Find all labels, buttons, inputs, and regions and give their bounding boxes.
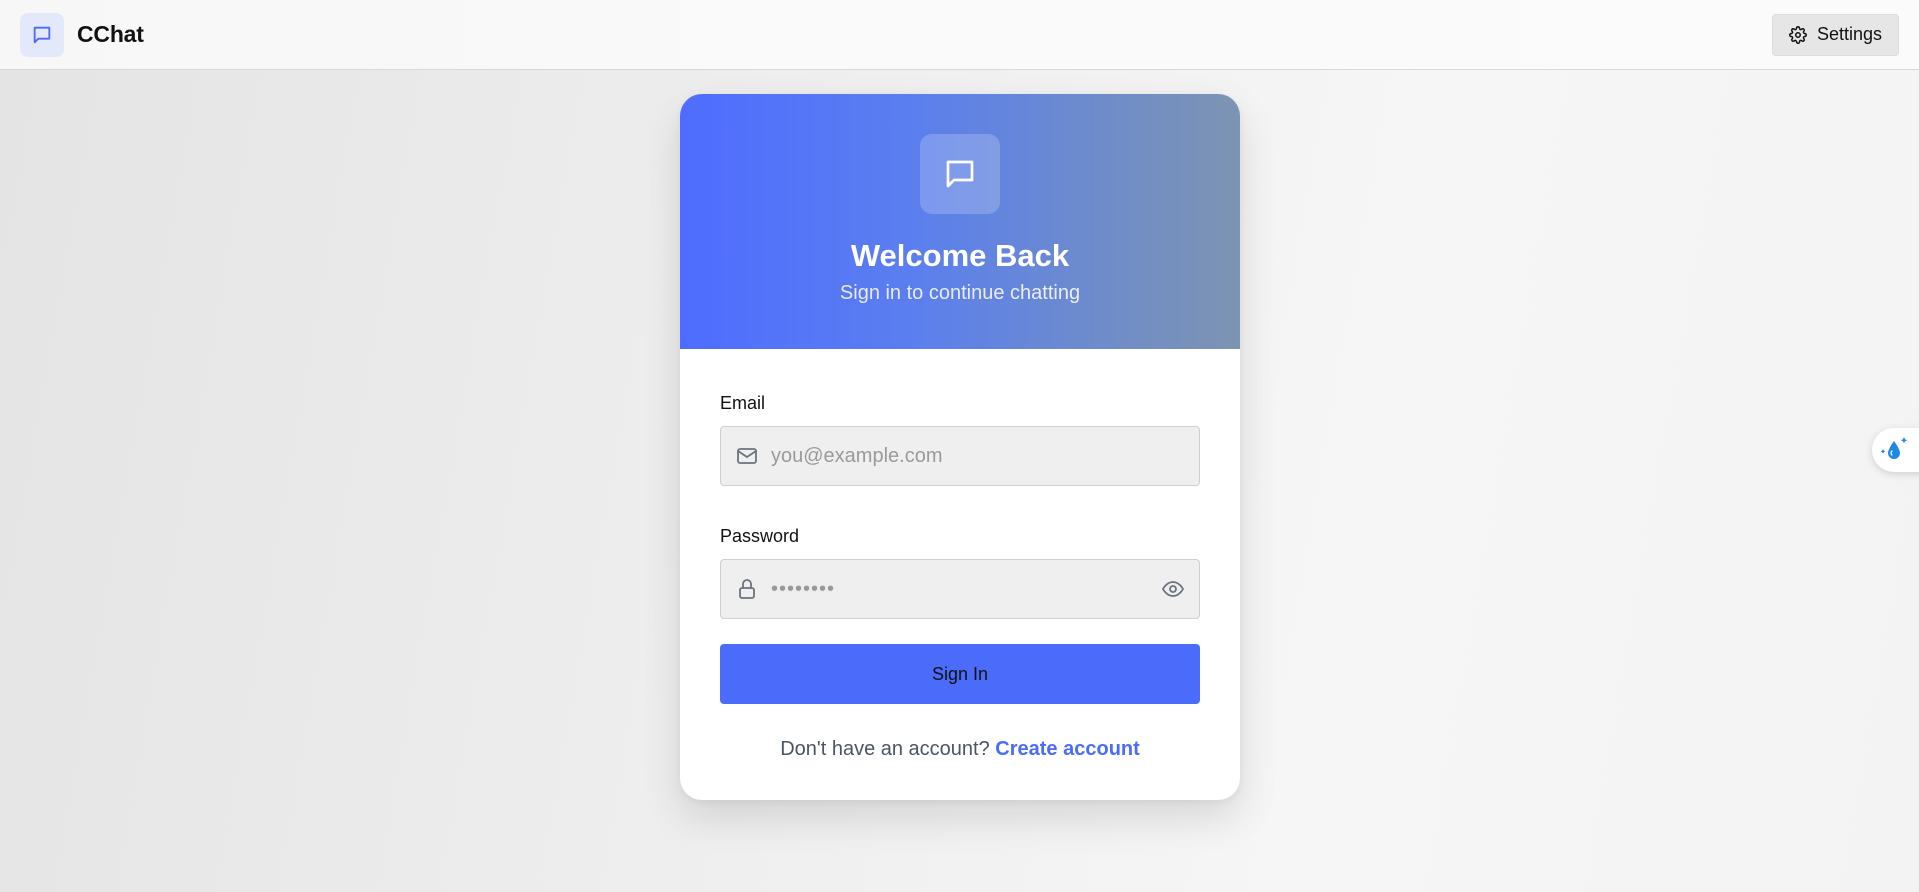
app-name: CChat (77, 21, 144, 47)
email-input[interactable] (721, 427, 1199, 485)
mail-icon (735, 444, 759, 468)
lock-icon (735, 577, 759, 601)
password-label: Password (720, 526, 800, 546)
signup-prompt-text: Don't have an account? (780, 738, 990, 760)
floating-assistant-button[interactable] (1872, 428, 1919, 472)
signup-prompt: Don't have an account? Create account (720, 738, 1200, 761)
settings-label: Settings (1816, 24, 1882, 44)
password-block: Password (720, 526, 1200, 619)
chat-bubble-icon (920, 134, 1000, 214)
login-card: Welcome Back Sign in to continue chattin… (680, 94, 1240, 800)
settings-button[interactable]: Settings (1771, 13, 1899, 56)
eye-icon[interactable] (1161, 577, 1185, 601)
password-input[interactable] (721, 560, 1199, 618)
top-bar: CChat Settings (0, 0, 1919, 70)
login-form: Email Password (680, 349, 1240, 761)
login-title: Welcome Back (850, 238, 1070, 273)
create-account-link[interactable]: Create account (995, 738, 1140, 760)
login-hero: Welcome Back Sign in to continue chattin… (680, 94, 1240, 349)
login-subtitle: Sign in to continue chatting (839, 282, 1081, 304)
password-field-wrapper (720, 559, 1200, 619)
email-label: Email (720, 393, 766, 413)
brand: CChat (20, 12, 144, 57)
gear-icon (1789, 25, 1807, 44)
email-field-wrapper (720, 426, 1200, 486)
sign-in-button[interactable]: Sign In (720, 644, 1200, 704)
sparkle-drop-icon (1878, 435, 1910, 465)
chat-bubble-icon (20, 12, 64, 57)
